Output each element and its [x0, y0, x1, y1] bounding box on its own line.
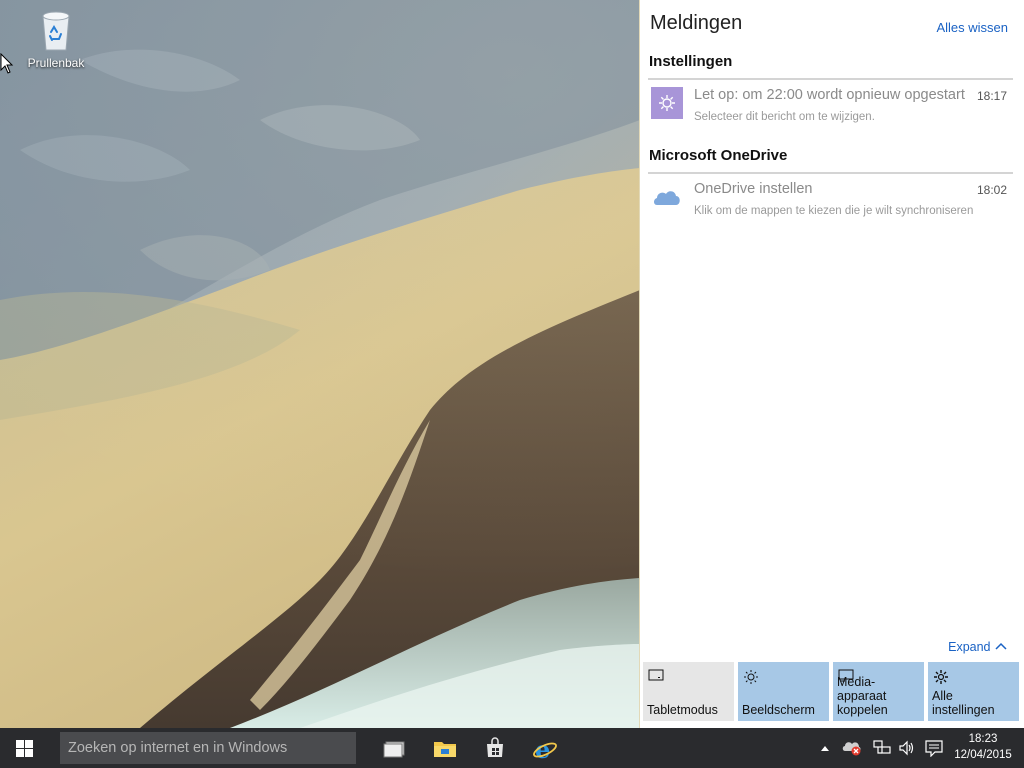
windows-logo-icon [16, 740, 33, 757]
quick-action-connect[interactable]: Media-apparaat koppelen [833, 662, 924, 721]
onedrive-cloud-icon [651, 181, 683, 213]
action-center-title: Meldingen [650, 12, 743, 34]
notification-item[interactable]: Let op: om 22:00 wordt opnieuw opgestart… [648, 87, 1013, 135]
expand-quick-actions-button[interactable]: Expand [948, 640, 1008, 654]
desktop-icon-label: Prullenbak [27, 56, 85, 70]
volume-icon [899, 740, 914, 756]
action-center-panel: Meldingen Alles wissen Instellingen Let … [639, 0, 1024, 728]
brightness-icon [743, 669, 759, 688]
quick-action-label: Media-apparaat koppelen [837, 675, 888, 717]
search-input[interactable]: Zoeken op internet en in Windows [60, 732, 356, 764]
chevron-up-icon [821, 746, 829, 751]
system-clock[interactable]: 18:23 12/04/2015 [948, 731, 1018, 763]
action-center-icon [925, 740, 943, 757]
notification-time: 18:17 [976, 89, 1007, 103]
expand-label: Expand [948, 640, 991, 654]
taskbar-app-task-view[interactable] [370, 728, 418, 768]
clear-all-button[interactable]: Alles wissen [936, 20, 1008, 35]
start-button[interactable] [0, 728, 48, 768]
show-hidden-icons-button[interactable] [816, 728, 834, 768]
notification-group-header[interactable]: Instellingen [649, 53, 732, 70]
notification-time: 18:02 [976, 183, 1007, 197]
notification-group-header[interactable]: Microsoft OneDrive [649, 147, 787, 164]
quick-action-brightness[interactable]: Beeldscherm [738, 662, 829, 721]
taskbar: Zoeken op internet en in Windows e 18:23… [0, 728, 1024, 768]
notification-title: OneDrive instellen [694, 181, 813, 197]
notification-item[interactable]: OneDrive instellen 18:02 Klik om de mapp… [648, 181, 1013, 229]
notification-body: Selecteer dit bericht om te wijzigen. [694, 111, 875, 123]
chevron-up-icon [994, 640, 1008, 654]
action-center-button[interactable] [922, 728, 946, 768]
tray-volume[interactable] [896, 728, 918, 768]
group-divider [648, 172, 1013, 174]
quick-action-label: Alle instellingen [932, 689, 995, 717]
onedrive-error-icon [842, 742, 861, 756]
internet-explorer-icon: e [533, 736, 557, 762]
quick-action-label: Beeldscherm [742, 703, 815, 717]
network-icon [873, 740, 891, 754]
task-view-icon [383, 741, 405, 758]
recycle-bin-icon [42, 11, 70, 51]
notification-title: Let op: om 22:00 wordt opnieuw opgestart [694, 87, 965, 103]
quick-action-all-settings[interactable]: Alle instellingen [928, 662, 1019, 721]
quick-action-label: Tabletmodus [647, 703, 718, 717]
store-icon [487, 737, 503, 757]
taskbar-app-store[interactable] [471, 728, 519, 768]
tablet-mode-icon [648, 669, 664, 684]
tray-network[interactable] [870, 728, 894, 768]
clock-date: 12/04/2015 [954, 749, 1012, 761]
quick-action-tablet-mode[interactable]: Tabletmodus [643, 662, 734, 721]
clock-time: 18:23 [968, 733, 998, 745]
taskbar-app-internet-explorer[interactable]: e [520, 728, 568, 768]
settings-gear-icon [933, 669, 949, 688]
taskbar-app-file-explorer[interactable] [421, 728, 469, 768]
group-divider [648, 78, 1013, 80]
file-explorer-icon [434, 742, 456, 757]
settings-gear-icon [651, 87, 683, 119]
desktop-icon-recycle-bin[interactable]: Prullenbak [20, 8, 92, 70]
tray-onedrive[interactable] [840, 728, 864, 768]
mouse-cursor-icon [0, 53, 14, 74]
notification-body: Klik om de mappen te kiezen die je wilt … [694, 205, 974, 217]
